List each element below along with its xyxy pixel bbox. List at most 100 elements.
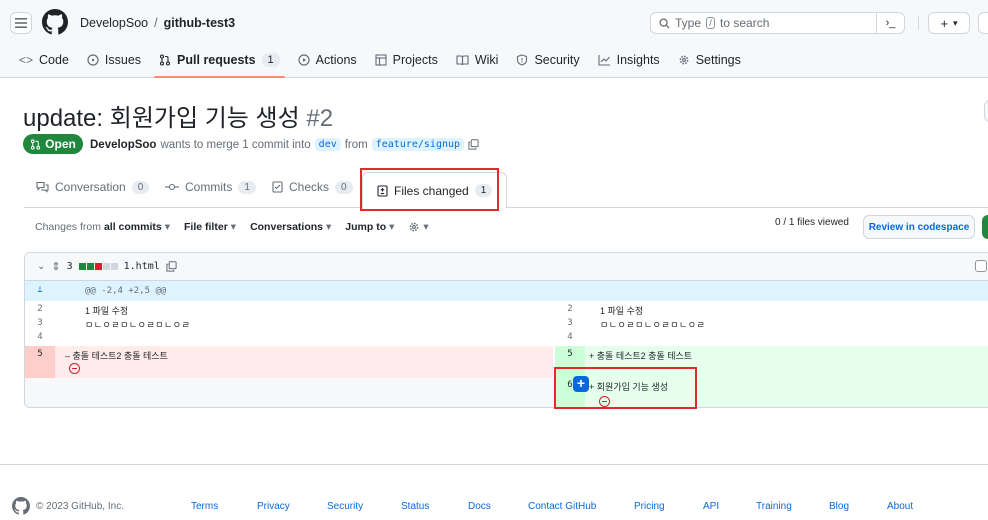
footer-link-about[interactable]: About (887, 501, 913, 512)
expand-up-icon[interactable]: ⊥ (25, 285, 55, 295)
page-title: update: 회원가입 기능 생성 #2 (23, 98, 333, 133)
tab-conversation[interactable]: Conversation 0 (36, 180, 150, 194)
review-in-codespace-button[interactable]: Review in codespace (863, 215, 975, 239)
chevron-down-icon: ▾ (326, 221, 332, 233)
diff-file-header: ⌄ ⇕ 3 1.html (25, 253, 988, 281)
create-new-button[interactable]: + ▾ (928, 12, 970, 34)
footer-link-docs[interactable]: Docs (468, 501, 491, 512)
right-code-line: 1 파일 수정 (600, 306, 644, 316)
left-line-number[interactable]: 2 (25, 304, 55, 314)
checklist-icon (272, 181, 283, 193)
diffstat-add-block (86, 263, 94, 270)
repo-nav: <> Code Issues Pull requests 1 Actions P… (0, 46, 750, 78)
diffstat-add-block (78, 263, 86, 270)
jump-to-dropdown[interactable]: Jump to ▾ (345, 221, 394, 233)
right-line-number[interactable]: 3 (555, 318, 585, 328)
head-branch[interactable]: feature/signup (371, 138, 465, 151)
issues-icon[interactable] (978, 12, 988, 34)
tab-code-label: Code (39, 53, 69, 67)
tab-pull-requests[interactable]: Pull requests 1 (150, 46, 289, 78)
play-icon (298, 54, 310, 66)
review-changes-button[interactable] (982, 215, 988, 239)
right-line-number[interactable]: 2 (555, 304, 585, 314)
footer-link-api[interactable]: API (703, 501, 719, 512)
right-line-number[interactable]: 4 (555, 332, 585, 342)
gear-icon (410, 222, 419, 232)
comment-discussion-icon (36, 181, 49, 193)
search-placeholder-suffix: to search (720, 16, 770, 30)
checks-count-badge: 0 (335, 180, 353, 194)
footer-link-security[interactable]: Security (327, 501, 363, 512)
tab-issues[interactable]: Issues (78, 46, 150, 74)
tab-wiki[interactable]: Wiki (447, 46, 508, 74)
github-logo-icon[interactable] (12, 497, 30, 515)
edit-button[interactable] (984, 100, 988, 122)
base-branch[interactable]: dev (314, 138, 341, 151)
status-badge: Open (23, 134, 83, 154)
footer-link-pricing[interactable]: Pricing (634, 501, 665, 512)
footer-link-status[interactable]: Status (401, 501, 429, 512)
tab-commits[interactable]: Commits 1 (165, 180, 256, 194)
file-filter-dropdown[interactable]: File filter ▾ (184, 221, 236, 233)
right-line-number[interactable]: 5 (555, 349, 585, 359)
changes-count: 3 (66, 261, 73, 272)
tab-actions[interactable]: Actions (289, 46, 366, 74)
menu-icon[interactable] (10, 12, 32, 34)
files-viewed-counter: 0 / 1 files viewed (775, 217, 849, 228)
github-logo-icon[interactable] (42, 9, 68, 35)
diffstat-neutral-block (110, 263, 118, 270)
minus-circle-icon (69, 363, 80, 374)
diff-settings-dropdown[interactable]: ▾ (408, 221, 429, 233)
tab-projects[interactable]: Projects (366, 46, 447, 74)
tab-checks[interactable]: Checks 0 (272, 180, 353, 194)
search-icon (659, 17, 670, 29)
collapse-chevron-icon[interactable]: ⌄ (37, 261, 45, 272)
plus-icon: + (940, 15, 949, 31)
left-code-line: ㅁㄴㅇㄹㅁㄴㅇㄹㅁㄴㅇㄹ (85, 320, 191, 330)
chevron-down-icon: ▾ (164, 221, 171, 233)
left-line-number[interactable]: 5 (25, 349, 55, 359)
repo-owner-link[interactable]: DevelopSoo (80, 16, 148, 30)
footer-link-contact[interactable]: Contact GitHub (528, 501, 596, 512)
footer-link-terms[interactable]: Terms (191, 501, 218, 512)
repo-name-link[interactable]: github-test3 (164, 16, 236, 30)
diffstat-bar (78, 263, 118, 270)
footer-link-blog[interactable]: Blog (829, 501, 849, 512)
tab-settings[interactable]: Settings (669, 46, 750, 74)
footer-link-training[interactable]: Training (756, 501, 792, 512)
copy-icon[interactable] (468, 139, 479, 150)
changes-from-dropdown[interactable]: Changes from all commits ▾ (35, 221, 170, 233)
conversations-dropdown[interactable]: Conversations ▾ (250, 221, 331, 233)
chevron-down-icon: ▾ (389, 221, 395, 233)
search-input[interactable]: Type / to search ›_ (650, 12, 905, 34)
pr-author-link[interactable]: DevelopSoo (90, 139, 156, 151)
pr-meta-text: wants to merge 1 commit into (160, 138, 311, 151)
right-code-line: ㅁㄴㅇㄹㅁㄴㅇㄹㅁㄴㅇㄹ (600, 320, 706, 330)
diff-row-changed: 5 – 충돌 테스트2 충돌 테스트 5 + 충돌 테스트2 충돌 테스트 (25, 349, 988, 363)
left-line-number[interactable]: 4 (25, 332, 55, 342)
tab-code[interactable]: <> Code (10, 46, 78, 74)
graph-icon (598, 55, 610, 66)
tab-security-label: Security (534, 53, 580, 67)
tab-files-changed[interactable]: Files changed 1 (362, 172, 508, 209)
diff-file: ⌄ ⇕ 3 1.html ⊥ @@ -2,4 +2,5 @@ 2 1 파일 수정… (24, 252, 988, 408)
add-comment-button[interactable]: + (573, 376, 589, 392)
file-name[interactable]: 1.html (124, 261, 160, 272)
footer-link-privacy[interactable]: Privacy (257, 501, 290, 512)
tab-security[interactable]: Security (507, 46, 588, 74)
copy-icon[interactable] (166, 261, 177, 272)
command-palette-button[interactable]: ›_ (876, 12, 904, 34)
left-line-number[interactable]: 3 (25, 318, 55, 328)
conversations-label: Conversations (250, 221, 323, 233)
diff-row-added: 6 + 회원가입 기능 생성 (25, 380, 988, 394)
expand-all-icon[interactable]: ⇕ (51, 260, 60, 273)
tab-issues-label: Issues (104, 53, 142, 67)
table-icon (375, 54, 387, 66)
diffstat-del-block (94, 263, 102, 270)
added-code-line: + 회원가입 기능 생성 (589, 382, 668, 392)
issue-opened-icon (87, 54, 99, 66)
pull-requests-count-badge: 1 (261, 53, 280, 67)
tab-insights[interactable]: Insights (589, 46, 669, 74)
status-badge-label: Open (45, 137, 76, 151)
viewed-checkbox[interactable] (975, 260, 987, 272)
